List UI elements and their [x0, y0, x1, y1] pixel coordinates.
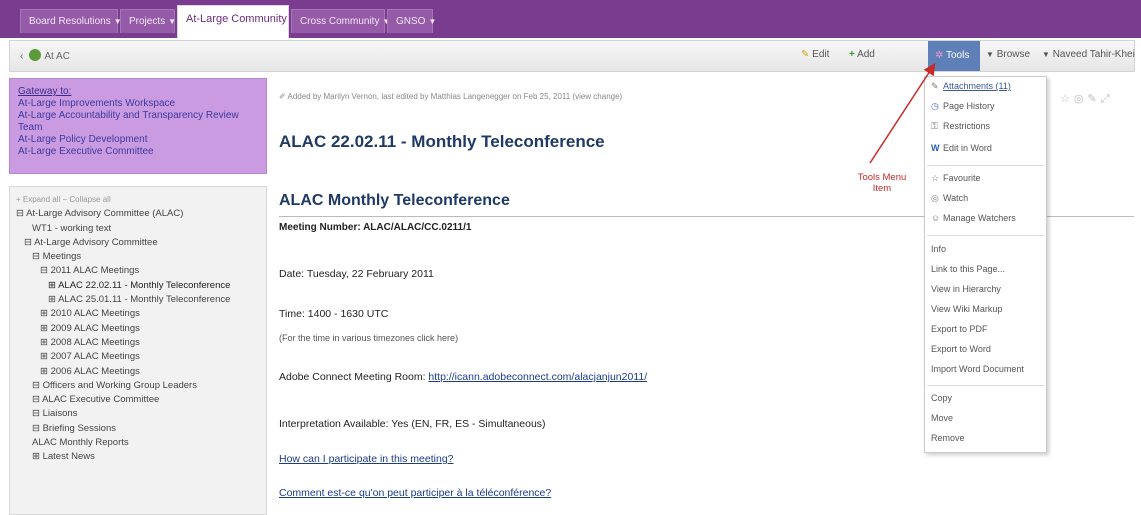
annotation-arrow: [869, 62, 936, 164]
annotation-label: Tools Menu Item: [857, 172, 907, 194]
